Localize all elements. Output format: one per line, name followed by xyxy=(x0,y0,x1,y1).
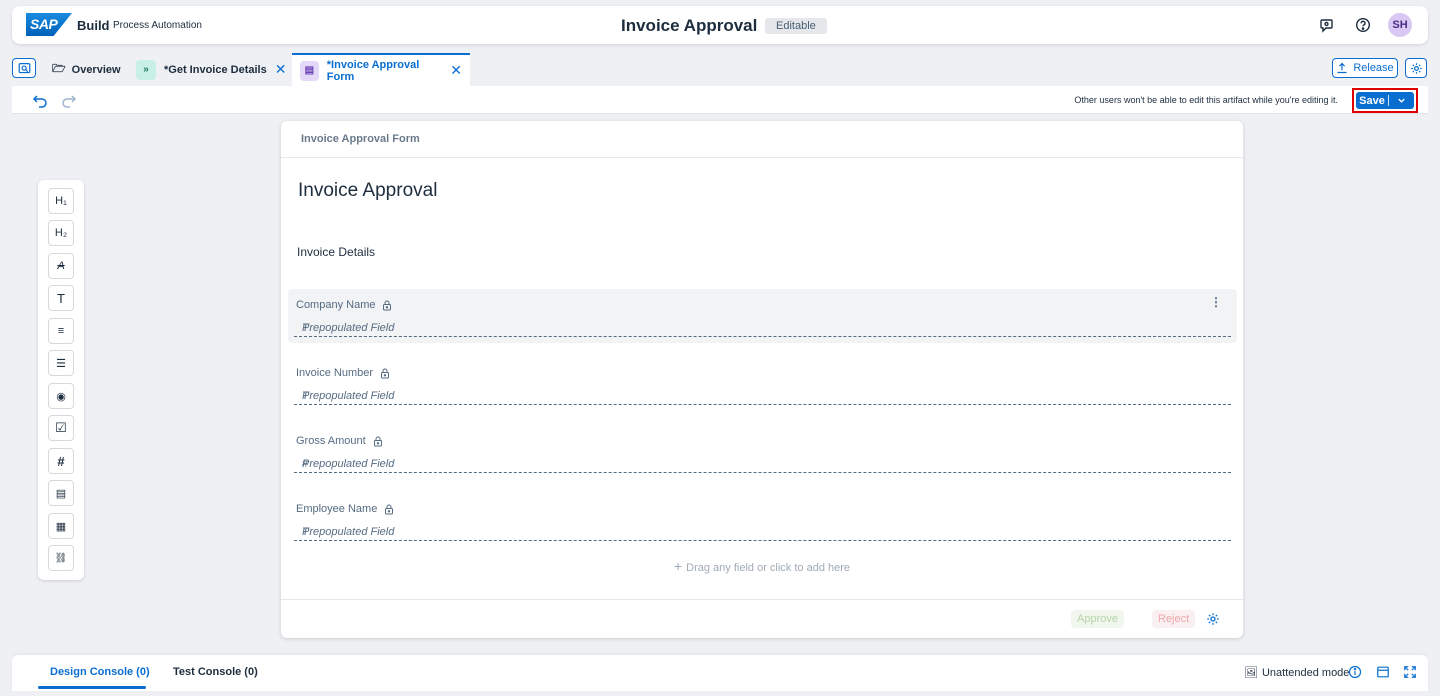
tab-label: Overview xyxy=(71,63,121,76)
lock-message: Other users won't be able to edit this a… xyxy=(1074,95,1338,105)
gear-icon[interactable] xyxy=(1206,612,1220,626)
expand-icon[interactable] xyxy=(1403,665,1417,679)
gear-icon xyxy=(1410,62,1422,74)
form-title[interactable]: Invoice Approval xyxy=(298,180,437,202)
table-icon[interactable]: ▦ xyxy=(48,513,74,539)
dropzone-label: Drag any field or click to add here xyxy=(686,562,851,574)
heading2-icon[interactable]: H₂ xyxy=(48,220,74,246)
field-label-text: Employee Name xyxy=(296,503,378,515)
release-label: Release xyxy=(1353,62,1394,74)
form-footer: Approve Reject xyxy=(281,599,1243,638)
panel-icon[interactable] xyxy=(1376,665,1390,679)
plus-icon: + xyxy=(673,558,683,574)
field-input[interactable]: Prepopulated Field T xyxy=(294,390,1231,405)
search-icon xyxy=(18,62,30,73)
heading1-icon[interactable]: H₁ xyxy=(48,188,74,214)
brand-name: Build xyxy=(77,18,110,33)
tab-overview[interactable]: 🗁 Overview xyxy=(52,53,121,86)
form-header: Invoice Approval Form xyxy=(281,121,1243,158)
link-icon[interactable]: ⛓ xyxy=(48,545,74,571)
field-input[interactable]: Prepopulated Field T xyxy=(294,322,1231,337)
radio-icon[interactable]: ◉ xyxy=(48,383,74,409)
editor-toolbar: Other users won't be able to edit this a… xyxy=(12,86,1428,114)
folder-icon: 🗁 xyxy=(52,63,66,75)
brand-subtitle: Process Automation xyxy=(113,20,202,31)
form-icon: ▤ xyxy=(300,60,319,81)
shell-bar: SAP Build Process Automation Invoice App… xyxy=(12,6,1428,44)
lock-icon xyxy=(383,300,392,310)
save-button[interactable]: Save xyxy=(1356,92,1414,109)
more-options-icon[interactable]: ⋮ xyxy=(1210,295,1222,309)
form-card: Invoice Approval Form Invoice Approval I… xyxy=(281,121,1243,638)
active-tab-indicator xyxy=(38,686,146,689)
paragraph-icon[interactable]: A xyxy=(48,253,74,279)
text-type-icon: T xyxy=(302,390,309,402)
status-badge: Editable xyxy=(765,18,827,34)
save-separator xyxy=(1388,95,1389,106)
text-type-icon: T xyxy=(302,322,309,334)
sap-logo[interactable]: SAP xyxy=(26,13,72,36)
user-avatar[interactable]: SH xyxy=(1388,13,1412,37)
settings-button[interactable] xyxy=(1405,58,1427,78)
field-employee-name[interactable]: Employee Name Prepopulated Field T xyxy=(288,493,1237,547)
info-icon[interactable] xyxy=(1348,665,1362,679)
help-icon[interactable] xyxy=(1355,17,1371,33)
text-type-icon: T xyxy=(302,526,309,538)
mode-label: Unattended mode xyxy=(1261,666,1350,679)
console-panel: Design Console (0) Test Console (0) 🖼 Un… xyxy=(12,655,1428,691)
chevron-down-icon[interactable] xyxy=(1389,96,1414,105)
close-icon[interactable]: ✕ xyxy=(275,61,287,78)
tab-design-console[interactable]: Design Console (0) xyxy=(50,666,150,678)
text-area-icon[interactable]: ≡ xyxy=(48,318,74,344)
tab-label: *Invoice Approval Form xyxy=(326,58,420,83)
field-input[interactable]: Prepopulated Field # xyxy=(294,458,1231,473)
search-artifacts-button[interactable] xyxy=(12,58,36,78)
tab-label: *Get Invoice Details xyxy=(164,63,267,76)
lock-icon xyxy=(373,436,382,446)
text-field-icon[interactable]: T xyxy=(48,285,74,311)
robot-icon: 🖼 xyxy=(1244,667,1258,679)
field-label: Gross Amount xyxy=(296,435,383,447)
number-type-icon: # xyxy=(302,458,309,470)
page-title: Invoice Approval xyxy=(621,16,758,35)
save-label: Save xyxy=(1359,94,1385,107)
upload-icon xyxy=(1337,62,1347,74)
form-header-title: Invoice Approval Form xyxy=(301,133,420,145)
field-input[interactable]: Prepopulated Field T xyxy=(294,526,1231,541)
redo-icon[interactable] xyxy=(61,92,77,108)
field-label-text: Gross Amount xyxy=(296,435,366,447)
field-label-text: Company Name xyxy=(296,299,376,311)
date-icon[interactable]: ▤ xyxy=(48,480,74,506)
element-palette: H₁ H₂ A T ≡ ☰ ◉ ☑ # ▤ ▦ ⛓ xyxy=(38,180,84,580)
process-icon: » xyxy=(136,59,156,80)
release-button[interactable]: Release xyxy=(1332,58,1398,78)
tab-get-invoice-details[interactable]: » *Get Invoice Details ✕ xyxy=(136,53,286,86)
artifact-tabbar: 🗁 Overview » *Get Invoice Details ✕ ▤ *I… xyxy=(0,50,1440,86)
joule-chat-icon[interactable] xyxy=(1319,17,1335,33)
add-field-dropzone[interactable]: + Drag any field or click to add here xyxy=(281,558,1243,574)
lock-icon xyxy=(385,504,394,514)
lock-icon xyxy=(381,368,390,378)
checklist-icon[interactable]: ☰ xyxy=(48,350,74,376)
field-invoice-number[interactable]: Invoice Number Prepopulated Field T xyxy=(288,357,1237,411)
checkbox-icon[interactable]: ☑ xyxy=(48,415,74,441)
field-label: Invoice Number xyxy=(296,367,390,379)
field-company-name[interactable]: Company Name ⋮ Prepopulated Field T xyxy=(288,289,1237,343)
field-label: Employee Name xyxy=(296,503,394,515)
save-highlight: Save xyxy=(1352,88,1418,113)
approve-button[interactable]: Approve xyxy=(1071,610,1124,628)
tab-invoice-approval-form[interactable]: ▤ *Invoice Approval Form ✕ xyxy=(292,53,470,86)
unattended-mode[interactable]: 🖼 Unattended mode xyxy=(1244,666,1350,680)
reject-button[interactable]: Reject xyxy=(1152,610,1196,628)
section-title[interactable]: Invoice Details xyxy=(297,245,375,259)
number-icon[interactable]: # xyxy=(48,448,74,474)
close-icon[interactable]: ✕ xyxy=(450,62,462,79)
undo-icon[interactable] xyxy=(32,92,48,108)
tab-test-console[interactable]: Test Console (0) xyxy=(173,666,258,678)
field-label: Company Name xyxy=(296,299,392,311)
field-gross-amount[interactable]: Gross Amount Prepopulated Field # xyxy=(288,425,1237,479)
field-label-text: Invoice Number xyxy=(296,367,374,379)
